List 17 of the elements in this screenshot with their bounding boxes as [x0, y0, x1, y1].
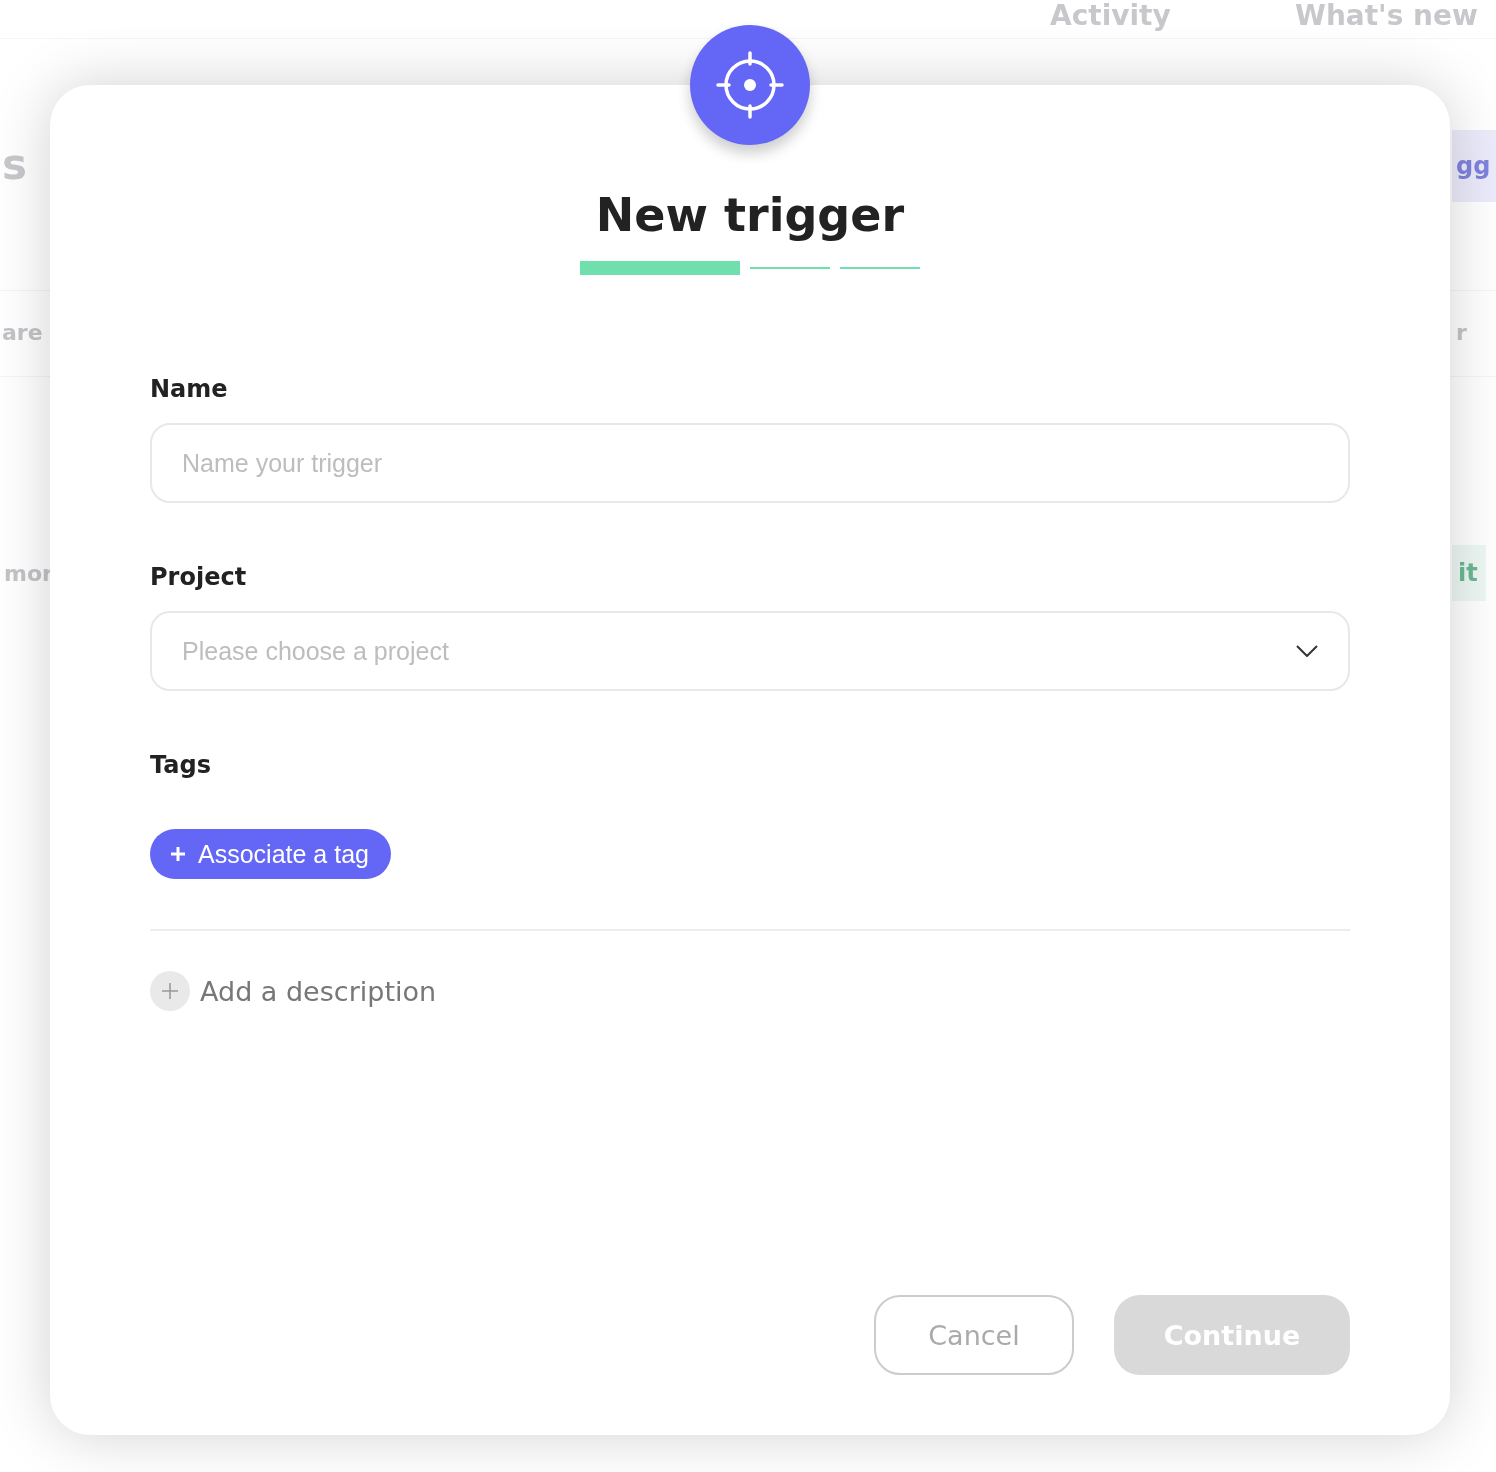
cancel-button[interactable]: Cancel — [874, 1295, 1074, 1375]
page-button[interactable]: it — [1452, 545, 1486, 601]
field-label: Tags — [150, 751, 211, 779]
associate-tag-button[interactable]: Associate a tag — [150, 829, 391, 879]
field-label: Name — [150, 375, 228, 403]
field-label: Project — [150, 563, 247, 591]
plus-icon — [150, 971, 190, 1011]
page-button[interactable]: gg — [1452, 130, 1496, 202]
chevron-down-icon — [1296, 645, 1318, 657]
plus-icon — [170, 846, 186, 862]
input-field[interactable]: Name your trigger — [150, 423, 1350, 503]
page-text: r — [1456, 320, 1467, 345]
page-text: mor — [4, 561, 53, 586]
select-field[interactable]: Please choose a project — [150, 611, 1350, 691]
dialog-title: New trigger — [595, 187, 905, 244]
add-description-link[interactable]: Add a description — [150, 971, 437, 1011]
page-text: are — [2, 320, 43, 345]
